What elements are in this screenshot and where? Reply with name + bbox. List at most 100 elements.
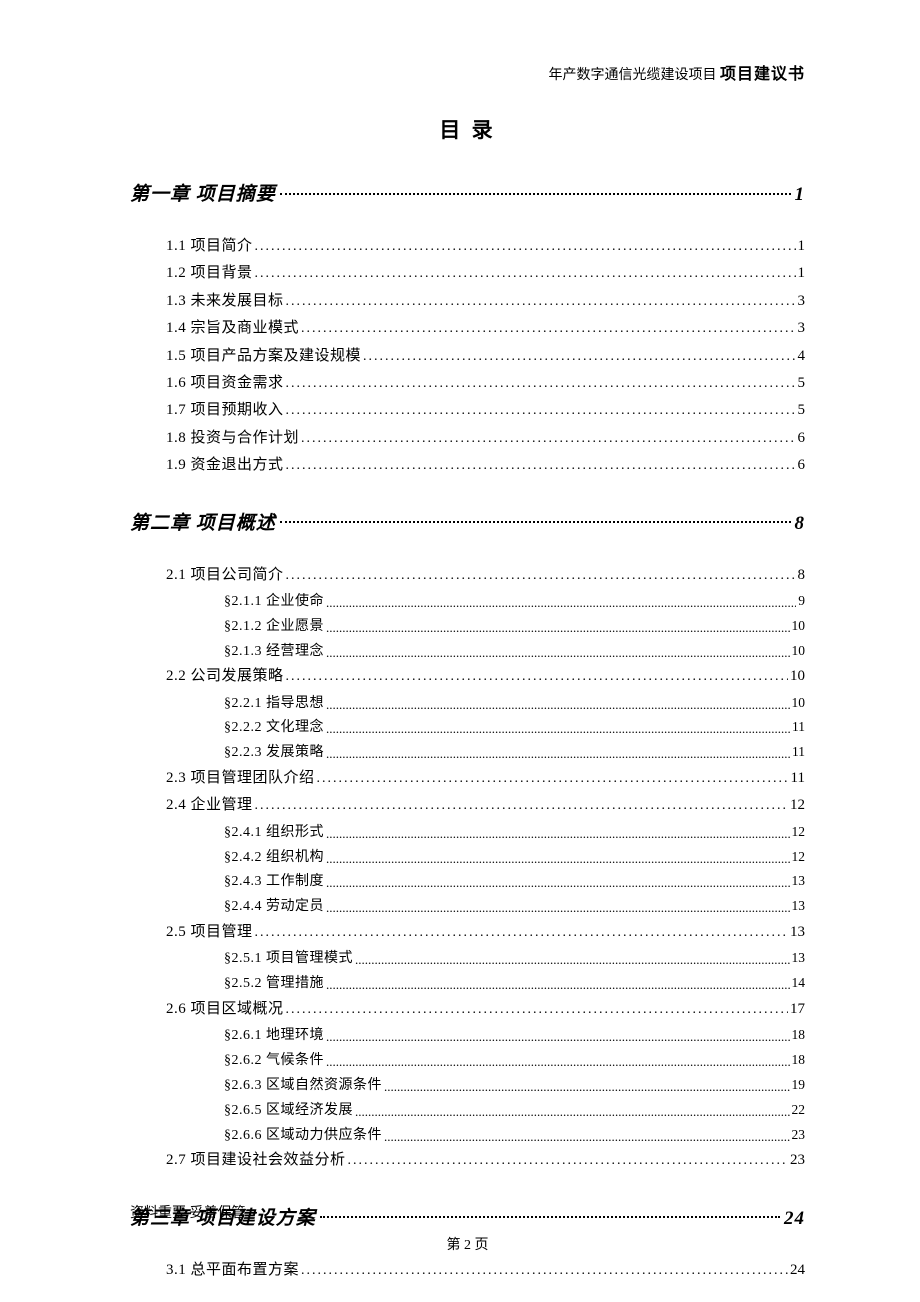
toc-subsection-page: 18: [792, 1024, 806, 1047]
toc-dots: [286, 999, 788, 1021]
toc-subsection-row: §2.2.1 指导思想10: [224, 692, 805, 716]
toc-subsection-label: §2.2.2 文化理念: [224, 716, 324, 740]
toc-subsection-label: §2.4.2 组织机构: [224, 846, 324, 870]
toc-dots: [286, 565, 796, 587]
toc-section-page: 13: [790, 920, 805, 944]
toc-section-page: 24: [790, 1258, 805, 1282]
toc-chapter-page: 8: [795, 513, 806, 535]
toc-chapter-row: 第一章 项目摘要1: [130, 179, 805, 206]
toc-section-label: 1.6 项目资金需求: [166, 371, 284, 395]
toc-section-page: 5: [798, 371, 806, 395]
toc-section-label: 1.8 投资与合作计划: [166, 426, 299, 450]
toc-subsection-label: §2.6.2 气候条件: [224, 1049, 324, 1073]
toc-subsection-label: §2.4.3 工作制度: [224, 870, 324, 894]
toc-subsection-page: 11: [792, 741, 805, 764]
toc-subsection-label: §2.5.1 项目管理模式: [224, 947, 353, 971]
toc-subsection-row: §2.6.5 区域经济发展22: [224, 1099, 805, 1123]
toc-dots: [286, 291, 796, 313]
toc-dots: [286, 400, 796, 422]
toc-dots: [384, 1076, 790, 1098]
toc-dots: [326, 1026, 790, 1048]
toc-subsection-row: §2.4.1 组织形式 12: [224, 821, 805, 845]
toc-section-page: 3: [798, 289, 806, 313]
toc-dots: [355, 949, 790, 971]
toc-subsection-row: §2.4.4 劳动定员13: [224, 895, 805, 919]
toc-section-label: 1.3 未来发展目标: [166, 289, 284, 313]
toc-section-page: 5: [798, 398, 806, 422]
document-header: 年产数字通信光缆建设项目 项目建议书: [130, 60, 805, 84]
toc-section-label: 1.9 资金退出方式: [166, 453, 284, 477]
toc-chapter-label: 第一章 项目摘要: [130, 179, 276, 206]
toc-subsection-page: 19: [792, 1074, 806, 1097]
header-light-text: 年产数字通信光缆建设项目: [548, 68, 720, 83]
toc-section-row: 1.5 项目产品方案及建设规模4: [166, 344, 805, 368]
toc-dots: [286, 455, 796, 477]
toc-subsection-page: 10: [792, 692, 806, 715]
toc-subsection-label: §2.1.1 企业使命: [224, 590, 324, 614]
toc-subsection-row: §2.5.2 管理措施14: [224, 972, 805, 996]
toc-subsection-page: 18: [792, 1049, 806, 1072]
toc-dots: [255, 263, 796, 285]
toc-chapter-row: 第二章 项目概述8: [130, 508, 805, 535]
toc-subsection-row: §2.6.2 气候条件 18: [224, 1049, 805, 1073]
document-footer: 资料重要 妥善保管 第 2 页: [130, 1202, 805, 1254]
toc-subsection-row: §2.1.1 企业使命9: [224, 590, 805, 614]
toc-section-page: 3: [798, 316, 806, 340]
toc-section-label: 1.1 项目简介: [166, 234, 253, 258]
toc-section-page: 1: [798, 234, 806, 258]
toc-dots: [301, 318, 795, 340]
toc-section-page: 17: [790, 997, 805, 1021]
toc-section-page: 10: [790, 664, 805, 688]
toc-subsection-label: §2.6.1 地理环境: [224, 1024, 324, 1048]
toc-subsection-page: 12: [792, 846, 806, 869]
header-bold-text: 项目建议书: [720, 66, 805, 83]
toc-subsection-page: 12: [792, 821, 806, 844]
toc-dots: [326, 897, 790, 919]
toc-subsection-label: §2.1.3 经营理念: [224, 640, 324, 664]
toc-section-page: 4: [798, 344, 806, 368]
toc-section-row: 2.1 项目公司简介8: [166, 563, 805, 587]
toc-subsection-label: §2.5.2 管理措施: [224, 972, 324, 996]
toc-subsection-page: 13: [792, 895, 806, 918]
table-of-contents: 第一章 项目摘要1 1.1 项目简介 1 1.2 项目背景 1 1.3 未来发展目标 3 1.…: [130, 179, 805, 1282]
toc-dots: [255, 236, 796, 258]
toc-section-page: 12: [790, 793, 805, 817]
toc-section-label: 2.5 项目管理: [166, 920, 253, 944]
footer-page-number: 第 2 页: [130, 1234, 805, 1254]
toc-subsection-label: §2.4.1 组织形式: [224, 821, 324, 845]
toc-section-label: 2.6 项目区域概况: [166, 997, 284, 1021]
toc-dots: [363, 346, 795, 368]
toc-section-row: 3.1 总平面布置方案24: [166, 1258, 805, 1282]
toc-section-row: 2.3 项目管理团队介绍11: [166, 766, 805, 790]
toc-subsection-row: §2.6.1 地理环境 18: [224, 1024, 805, 1048]
toc-subsection-row: §2.6.3 区域自然资源条件 19: [224, 1074, 805, 1098]
toc-section-row: 1.9 资金退出方式 6: [166, 453, 805, 477]
toc-subsection-row: §2.4.2 组织机构 12: [224, 846, 805, 870]
toc-dots: [326, 974, 790, 996]
toc-section-label: 2.4 企业管理: [166, 793, 253, 817]
toc-subsection-page: 13: [792, 947, 806, 970]
toc-dots: [326, 694, 790, 716]
toc-subsection-page: 11: [792, 716, 805, 739]
toc-section-label: 1.2 项目背景: [166, 261, 253, 285]
toc-section-row: 2.5 项目管理 13: [166, 920, 805, 944]
toc-section-label: 2.7 项目建设社会效益分析: [166, 1148, 346, 1172]
toc-subsection-label: §2.6.5 区域经济发展: [224, 1099, 353, 1123]
toc-section-page: 11: [791, 766, 805, 790]
toc-subsection-label: §2.6.3 区域自然资源条件: [224, 1074, 382, 1098]
toc-section-block: 3.1 总平面布置方案24: [130, 1258, 805, 1282]
toc-subsection-page: 13: [792, 870, 806, 893]
toc-section-page: 8: [798, 563, 806, 587]
toc-subsection-label: §2.1.2 企业愿景: [224, 615, 324, 639]
toc-subsection-label: §2.2.3 发展策略: [224, 741, 324, 765]
toc-section-block: 2.1 项目公司简介8 §2.1.1 企业使命9§2.1.2 企业愿景 10 §2.1…: [130, 563, 805, 1173]
toc-section-row: 1.7 项目预期收入5: [166, 398, 805, 422]
toc-section-page: 1: [798, 261, 806, 285]
toc-section-page: 6: [798, 453, 806, 477]
toc-dots: [384, 1126, 790, 1148]
toc-subsection-row: §2.6.6 区域动力供应条件23: [224, 1124, 805, 1148]
toc-section-block: 1.1 项目简介11.2 项目背景11.3 未来发展目标31.4 宗旨及商业模式…: [130, 234, 805, 478]
toc-dots: [286, 373, 796, 395]
toc-dots: [301, 428, 795, 450]
toc-subsection-row: §2.2.2 文化理念 11: [224, 716, 805, 740]
